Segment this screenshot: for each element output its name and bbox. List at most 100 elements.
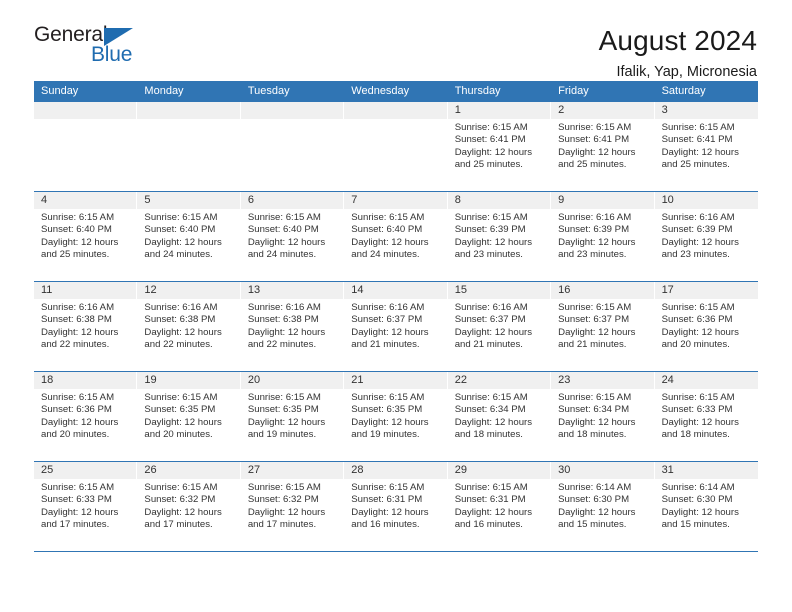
sun-info-line: Daylight: 12 hours	[454, 236, 533, 248]
sun-info-line: Sunset: 6:33 PM	[41, 494, 112, 506]
sun-info-line: Daylight: 12 hours	[558, 416, 636, 428]
day-cell-6[interactable]: 6 Sunrise: 6:15 AM Sunset: 6:40 PM Daylight…	[240, 192, 345, 281]
day-cell-10[interactable]: 10 Sunrise: 6:16 AM Sunset: 6:39 PM Dayligh…	[654, 192, 758, 281]
sun-info-line: Sunset: 6:39 PM	[454, 224, 526, 236]
day-number: 25	[34, 462, 138, 479]
day-sun-info: Sunrise: 6:15 AM Sunset: 6:35 PM Daylight:…	[137, 389, 240, 442]
day-cell-11[interactable]: 11 Sunrise: 6:16 AM Sunset: 6:38 PM Dayligh…	[34, 282, 138, 371]
day-number: 20	[240, 372, 345, 389]
day-cell-16[interactable]: 16 Sunrise: 6:15 AM Sunset: 6:37 PM Dayligh…	[551, 282, 655, 371]
sun-info-line: and 15 minutes.	[558, 519, 627, 531]
sun-info-line: Daylight: 12 hours	[41, 506, 119, 518]
day-cell-1[interactable]: 1 Sunrise: 6:15 AM Sunset: 6:41 PM Daylight…	[447, 102, 552, 191]
sun-info-line: Sunrise: 6:15 AM	[41, 392, 115, 403]
day-cell-29[interactable]: 29 Sunrise: 6:15 AM Sunset: 6:31 PM Dayligh…	[447, 462, 552, 551]
day-cell-25[interactable]: 25 Sunrise: 6:15 AM Sunset: 6:33 PM Dayligh…	[34, 462, 138, 551]
day-number	[137, 102, 241, 119]
sun-info-line: Daylight: 12 hours	[247, 236, 326, 248]
day-cell-20[interactable]: 20 Sunrise: 6:15 AM Sunset: 6:35 PM Dayligh…	[240, 372, 345, 461]
sun-info-line: Daylight: 12 hours	[41, 416, 119, 428]
day-sun-info: Sunrise: 6:15 AM Sunset: 6:41 PM Daylight:…	[448, 119, 551, 172]
day-number	[34, 102, 138, 119]
day-cell-30[interactable]: 30 Sunrise: 6:14 AM Sunset: 6:30 PM Dayligh…	[551, 462, 655, 551]
day-sun-info: Sunrise: 6:16 AM Sunset: 6:38 PM Daylight:…	[137, 299, 240, 352]
sun-info-line: Sunrise: 6:15 AM	[454, 392, 528, 403]
sun-info-line: Sunrise: 6:15 AM	[661, 392, 735, 403]
day-number: 9	[551, 192, 655, 209]
day-sun-info: Sunrise: 6:15 AM Sunset: 6:32 PM Daylight:…	[137, 479, 240, 532]
weekday-header-friday: Friday	[558, 85, 589, 97]
sun-info-line: Sunrise: 6:15 AM	[247, 392, 321, 403]
day-cell-14[interactable]: 14 Sunrise: 6:16 AM Sunset: 6:37 PM Dayligh…	[344, 282, 448, 371]
sun-info-line: Sunset: 6:38 PM	[41, 314, 112, 326]
sun-info-line: Sunrise: 6:16 AM	[558, 212, 632, 223]
calendar-week-row: 25 Sunrise: 6:15 AM Sunset: 6:33 PM Dayligh…	[34, 462, 758, 552]
day-cell-3[interactable]: 3 Sunrise: 6:15 AM Sunset: 6:41 PM Daylight…	[654, 102, 758, 191]
sun-info-line: Daylight: 12 hours	[144, 326, 222, 338]
sun-info-line: Sunrise: 6:15 AM	[144, 482, 218, 493]
sun-info-line: Sunrise: 6:15 AM	[351, 392, 425, 403]
sun-info-line: Daylight: 12 hours	[247, 506, 326, 518]
day-cell-31[interactable]: 31 Sunrise: 6:14 AM Sunset: 6:30 PM Dayligh…	[654, 462, 758, 551]
sun-info-line: Sunset: 6:41 PM	[454, 134, 526, 146]
sun-info-line: Sunset: 6:32 PM	[247, 494, 319, 506]
day-cell-4[interactable]: 4 Sunrise: 6:15 AM Sunset: 6:40 PM Daylight…	[34, 192, 138, 281]
day-sun-info: Sunrise: 6:15 AM Sunset: 6:33 PM Daylight:…	[34, 479, 137, 532]
week-grid: 11 Sunrise: 6:16 AM Sunset: 6:38 PM Dayligh…	[34, 282, 758, 371]
day-cell-18[interactable]: 18 Sunrise: 6:15 AM Sunset: 6:36 PM Dayligh…	[34, 372, 138, 461]
day-cell-12[interactable]: 12 Sunrise: 6:16 AM Sunset: 6:38 PM Dayligh…	[137, 282, 241, 371]
day-number: 24	[654, 372, 758, 389]
sun-info-line: and 16 minutes.	[454, 519, 523, 531]
day-cell-28[interactable]: 28 Sunrise: 6:15 AM Sunset: 6:31 PM Dayligh…	[344, 462, 448, 551]
sun-info-line: and 18 minutes.	[454, 429, 523, 441]
day-sun-info	[137, 119, 240, 122]
day-cell-21[interactable]: 21 Sunrise: 6:15 AM Sunset: 6:35 PM Dayligh…	[344, 372, 448, 461]
day-cell-22[interactable]: 22 Sunrise: 6:15 AM Sunset: 6:34 PM Dayligh…	[447, 372, 552, 461]
day-sun-info: Sunrise: 6:16 AM Sunset: 6:37 PM Daylight:…	[448, 299, 551, 352]
day-cell-15[interactable]: 15 Sunrise: 6:16 AM Sunset: 6:37 PM Dayligh…	[447, 282, 552, 371]
calendar-week-row: 11 Sunrise: 6:16 AM Sunset: 6:38 PM Dayligh…	[34, 282, 758, 372]
sun-info-line: and 17 minutes.	[41, 519, 110, 531]
day-sun-info: Sunrise: 6:15 AM Sunset: 6:33 PM Daylight:…	[655, 389, 758, 442]
day-number: 18	[34, 372, 138, 389]
sun-info-line: Sunset: 6:34 PM	[558, 404, 630, 416]
day-cell-23[interactable]: 23 Sunrise: 6:15 AM Sunset: 6:34 PM Dayligh…	[551, 372, 655, 461]
sun-info-line: Daylight: 12 hours	[661, 416, 739, 428]
sun-info-line: Daylight: 12 hours	[351, 506, 429, 518]
sun-info-line: Sunrise: 6:15 AM	[454, 212, 528, 223]
sun-info-line: and 15 minutes.	[661, 519, 730, 531]
sun-info-line: Sunset: 6:33 PM	[661, 404, 733, 416]
day-cell-5[interactable]: 5 Sunrise: 6:15 AM Sunset: 6:40 PM Daylight…	[137, 192, 241, 281]
generalblue-logo[interactable]: General Blue	[34, 24, 139, 70]
sun-info-line: Sunset: 6:36 PM	[41, 404, 112, 416]
day-sun-info: Sunrise: 6:15 AM Sunset: 6:34 PM Daylight:…	[448, 389, 551, 442]
day-cell-9[interactable]: 9 Sunrise: 6:16 AM Sunset: 6:39 PM Daylight…	[551, 192, 655, 281]
day-number: 21	[344, 372, 448, 389]
sun-info-line: Daylight: 12 hours	[351, 326, 429, 338]
day-cell-24[interactable]: 24 Sunrise: 6:15 AM Sunset: 6:33 PM Dayligh…	[654, 372, 758, 461]
sun-info-line: and 24 minutes.	[144, 249, 213, 261]
sun-info-line: Daylight: 12 hours	[351, 416, 429, 428]
sun-info-line: Daylight: 12 hours	[558, 506, 636, 518]
day-sun-info	[241, 119, 344, 122]
day-sun-info: Sunrise: 6:15 AM Sunset: 6:40 PM Daylight:…	[344, 209, 447, 262]
sun-info-line: and 23 minutes.	[661, 249, 730, 261]
day-cell-26[interactable]: 26 Sunrise: 6:15 AM Sunset: 6:32 PM Dayligh…	[137, 462, 241, 551]
day-cell-empty	[240, 102, 345, 191]
week-grid: 25 Sunrise: 6:15 AM Sunset: 6:33 PM Dayligh…	[34, 462, 758, 551]
sun-info-line: and 25 minutes.	[661, 159, 730, 171]
day-cell-17[interactable]: 17 Sunrise: 6:15 AM Sunset: 6:36 PM Dayligh…	[654, 282, 758, 371]
sun-info-line: Daylight: 12 hours	[661, 146, 739, 158]
day-cell-8[interactable]: 8 Sunrise: 6:15 AM Sunset: 6:39 PM Daylight…	[447, 192, 552, 281]
day-cell-19[interactable]: 19 Sunrise: 6:15 AM Sunset: 6:35 PM Dayligh…	[137, 372, 241, 461]
sun-info-line: Sunrise: 6:15 AM	[558, 302, 632, 313]
day-cell-2[interactable]: 2 Sunrise: 6:15 AM Sunset: 6:41 PM Daylight…	[551, 102, 655, 191]
day-cell-empty	[34, 102, 138, 191]
day-cell-27[interactable]: 27 Sunrise: 6:15 AM Sunset: 6:32 PM Dayligh…	[240, 462, 345, 551]
sun-info-line: Sunrise: 6:16 AM	[661, 212, 735, 223]
sun-info-line: and 24 minutes.	[351, 249, 420, 261]
sun-info-line: Sunrise: 6:15 AM	[247, 482, 321, 493]
day-cell-13[interactable]: 13 Sunrise: 6:16 AM Sunset: 6:38 PM Dayligh…	[240, 282, 345, 371]
day-cell-7[interactable]: 7 Sunrise: 6:15 AM Sunset: 6:40 PM Daylight…	[344, 192, 448, 281]
sun-info-line: Sunrise: 6:15 AM	[454, 482, 528, 493]
